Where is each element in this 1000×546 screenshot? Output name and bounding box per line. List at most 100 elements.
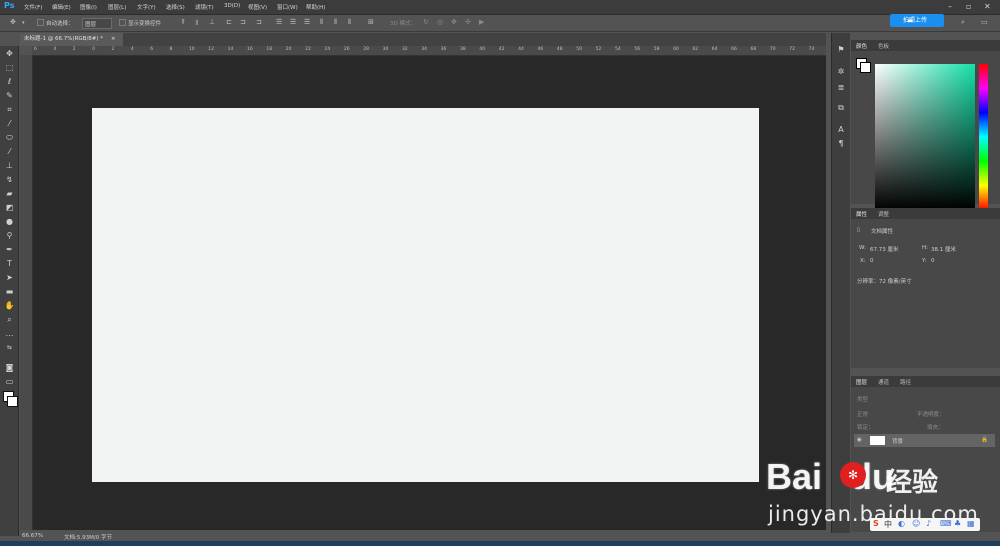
3d-pan-icon[interactable]: ✥ bbox=[451, 18, 457, 26]
color-picker-field[interactable] bbox=[875, 64, 975, 210]
hand-tool-icon[interactable]: ✋ bbox=[4, 300, 15, 311]
tab-paths[interactable]: 路径 bbox=[900, 378, 911, 386]
toolbox-icon[interactable]: ▦ bbox=[967, 519, 975, 528]
menu-edit[interactable]: 编辑(E) bbox=[52, 3, 71, 11]
align-bottom-icon[interactable]: ⊥ bbox=[209, 18, 215, 26]
menu-layer[interactable]: 图层(L) bbox=[108, 3, 126, 11]
align-right-icon[interactable]: ⊐ bbox=[256, 18, 262, 26]
menu-file[interactable]: 文件(F) bbox=[24, 3, 42, 11]
3d-rotate-icon[interactable]: ↻ bbox=[423, 18, 429, 26]
keyboard-icon[interactable]: ⌨ bbox=[940, 519, 952, 528]
menu-3d[interactable]: 3D(D) bbox=[224, 3, 240, 9]
height-value[interactable]: 38.1 厘米 bbox=[931, 245, 956, 253]
tab-swatches[interactable]: 色板 bbox=[878, 42, 889, 50]
distribute-hcenter-icon[interactable]: ⦀ bbox=[334, 18, 337, 27]
dodge-tool-icon[interactable]: ⚲ bbox=[4, 230, 15, 241]
crop-tool-icon[interactable]: ⌗ bbox=[4, 104, 15, 115]
rectangle-tool-icon[interactable]: ▬ bbox=[4, 286, 15, 297]
menu-image[interactable]: 图像(I) bbox=[80, 3, 97, 11]
align-left-icon[interactable]: ⊏ bbox=[226, 18, 232, 26]
marquee-tool-icon[interactable]: ⬚ bbox=[4, 62, 15, 73]
skin-icon[interactable]: ♣ bbox=[954, 519, 961, 528]
layer-row[interactable]: ◉ 背景 🔒 bbox=[854, 434, 995, 447]
menu-help[interactable]: 帮助(H) bbox=[306, 3, 325, 11]
paint-bucket-icon[interactable]: ◩ bbox=[4, 202, 15, 213]
distribute-left-icon[interactable]: ⦀ bbox=[320, 18, 323, 27]
brush-presets-icon[interactable]: ≣ bbox=[836, 83, 846, 93]
document-canvas[interactable] bbox=[92, 108, 759, 482]
horizontal-ruler[interactable]: 6 4 2 0 2 4 6 8 10 12 14 16 18 20 22 24 26 28 30 32 34 36 38 40… bbox=[32, 46, 826, 56]
quick-select-tool-icon[interactable]: ✎ bbox=[4, 90, 15, 101]
document-tab[interactable]: 未标题-1 @ 66.7%(RGB/8#) * × bbox=[20, 33, 124, 46]
tab-properties[interactable]: 属性 bbox=[856, 210, 867, 218]
close-tab-icon[interactable]: × bbox=[111, 36, 116, 42]
pen-tool-icon[interactable]: ✒ bbox=[4, 244, 15, 255]
layer-name[interactable]: 背景 bbox=[892, 437, 903, 445]
character-panel-icon[interactable]: A bbox=[836, 125, 846, 135]
width-value[interactable]: 67.73 厘米 bbox=[870, 245, 899, 253]
more-tools-icon[interactable]: … bbox=[4, 328, 15, 339]
ime-toolbar[interactable]: S 中 ◐ ☺ ♪ ⌨ ♣ ▦ bbox=[870, 518, 980, 531]
align-hcenter-icon[interactable]: ⊐ bbox=[240, 18, 246, 26]
zoom-level[interactable]: 66.67% bbox=[22, 533, 43, 539]
punctuation-icon[interactable]: ◐ bbox=[898, 519, 905, 528]
auto-align-icon[interactable]: ⊞ bbox=[368, 18, 374, 26]
show-transform-checkbox[interactable] bbox=[119, 19, 126, 26]
align-top-icon[interactable]: ⫪ bbox=[181, 18, 185, 27]
tab-channels[interactable]: 通道 bbox=[878, 378, 889, 386]
history-panel-icon[interactable]: ⚑ bbox=[836, 45, 846, 55]
restore-icon[interactable]: ▫ bbox=[966, 2, 971, 11]
x-value[interactable]: 0 bbox=[870, 258, 874, 264]
y-value[interactable]: 0 bbox=[931, 258, 935, 264]
workspace-icon[interactable]: ▭ bbox=[981, 18, 988, 26]
ime-language-toggle[interactable]: 中 bbox=[884, 519, 892, 530]
menu-type[interactable]: 文字(Y) bbox=[137, 3, 156, 11]
3d-slide-icon[interactable]: ✣ bbox=[465, 18, 471, 26]
move-tool-icon[interactable]: ✥ bbox=[4, 48, 15, 59]
hue-slider[interactable] bbox=[979, 64, 988, 210]
menu-view[interactable]: 视图(V) bbox=[248, 3, 267, 11]
brush-tool-icon[interactable]: ⁄ bbox=[4, 146, 15, 157]
eraser-tool-icon[interactable]: ▰ bbox=[4, 188, 15, 199]
menu-select[interactable]: 选择(S) bbox=[166, 3, 185, 11]
history-brush-icon[interactable]: ↯ bbox=[4, 174, 15, 185]
blend-mode-select[interactable]: 正常 bbox=[857, 410, 868, 418]
vertical-ruler[interactable] bbox=[20, 55, 33, 530]
distribute-vcenter-icon[interactable]: ☰ bbox=[290, 18, 296, 26]
healing-brush-icon[interactable]: ⬭ bbox=[4, 132, 15, 143]
emoji-icon[interactable]: ☺ bbox=[912, 519, 920, 528]
quick-mask-icon[interactable]: ◙ bbox=[4, 362, 15, 373]
tab-color[interactable]: 颜色 bbox=[856, 42, 867, 50]
move-tool-icon[interactable]: ✥ bbox=[10, 18, 16, 26]
zoom-tool-icon[interactable]: ⌕ bbox=[4, 314, 15, 325]
type-tool-icon[interactable]: T bbox=[4, 258, 15, 269]
voice-icon[interactable]: ♪ bbox=[926, 519, 931, 528]
panel-background-swatch[interactable] bbox=[860, 62, 871, 73]
paragraph-panel-icon[interactable]: ¶ bbox=[836, 139, 846, 149]
tab-adjustments[interactable]: 调整 bbox=[878, 210, 889, 218]
sogou-logo[interactable]: S bbox=[873, 519, 879, 528]
menu-filter[interactable]: 滤镜(T) bbox=[195, 3, 214, 11]
screen-mode-icon[interactable]: ▭ bbox=[4, 376, 15, 387]
auto-select-checkbox[interactable] bbox=[37, 19, 44, 26]
lasso-tool-icon[interactable]: ℓ bbox=[4, 76, 15, 87]
visibility-eye-icon[interactable]: ◉ bbox=[857, 437, 862, 443]
menu-window[interactable]: 窗口(W) bbox=[277, 3, 298, 11]
search-icon[interactable]: ⌕ bbox=[961, 18, 965, 27]
distribute-right-icon[interactable]: ⦀ bbox=[348, 18, 351, 27]
clone-stamp-icon[interactable]: ⊥ bbox=[4, 160, 15, 171]
distribute-bottom-icon[interactable]: ☰ bbox=[304, 18, 310, 26]
clone-source-icon[interactable]: ⧉ bbox=[836, 103, 846, 113]
brushes-panel-icon[interactable]: ✲ bbox=[836, 67, 846, 77]
auto-select-dropdown[interactable]: 图层 bbox=[82, 18, 112, 29]
3d-roll-icon[interactable]: ◎ bbox=[437, 18, 443, 26]
swap-colors-icon[interactable]: ⇆ bbox=[4, 342, 15, 353]
background-color-swatch[interactable] bbox=[7, 396, 18, 407]
tab-layers[interactable]: 图层 bbox=[856, 378, 867, 386]
align-vcenter-icon[interactable]: ⫫ bbox=[195, 18, 199, 27]
chevron-down-icon[interactable]: ▾ bbox=[22, 20, 25, 26]
3d-camera-icon[interactable]: ▶ bbox=[479, 18, 484, 26]
blur-tool-icon[interactable]: ● bbox=[4, 216, 15, 227]
distribute-top-icon[interactable]: ☰ bbox=[276, 18, 282, 26]
layer-filter-kind[interactable]: 类型 bbox=[857, 395, 868, 403]
